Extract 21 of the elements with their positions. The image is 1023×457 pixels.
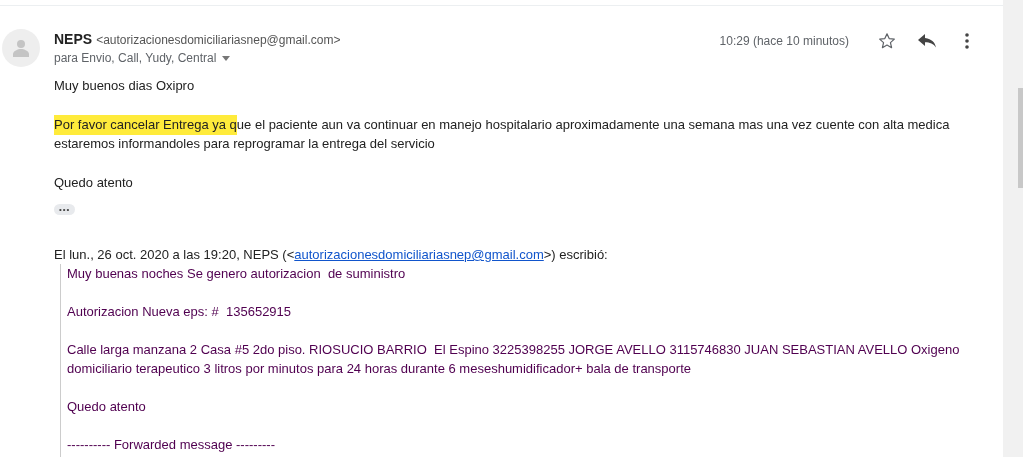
- closing-text: Quedo atento: [54, 174, 134, 192]
- greeting-text: Muy buenos dias Oxipro: [54, 77, 196, 95]
- message-paragraph: Por favor cancelar Entrega ya que el paciente aun va continuar en manejo hospitalario aproximadamente una semana mas una vez cuente con alta medica estaremos informandoles para reprogramar la entrega del servicio: [54, 115, 951, 153]
- avatar-icon: [2, 29, 40, 67]
- sender-address: <autorizacionesdomiciliariasnep@gmail.com>: [96, 33, 341, 47]
- more-options-icon: [965, 33, 969, 49]
- quoted-paragraph: ---------- Forwarded message ---------: [67, 436, 276, 454]
- quoted-paragraph: Quedo atento: [67, 398, 147, 416]
- sender-name: NEPS: [54, 31, 93, 47]
- quoted-paragraph: Calle larga manzana 2 Casa #5 2do piso. RIOSUCIO BARRIO El Espino 3225398255 JORGE AVELLO 3115746830 JUAN SEBASTIAN AVELLO Oxigeno domiciliario terapeutico 3 litros por minutos para 24 horas durante 6 meseshumidificador+ bala de transporte: [67, 341, 961, 378]
- quoted-paragraph: Muy buenas noches Se genero autorizacion de suministro: [67, 265, 407, 283]
- recipients-text: para Envio, Call, Yudy, Central: [54, 51, 217, 65]
- quoted-paragraph: Autorizacion Nueva eps: # 135652915: [67, 303, 293, 321]
- timestamp: 10:29 (hace 10 minutos): [719, 34, 849, 48]
- scrollbar-thumb[interactable]: [1018, 88, 1023, 188]
- reply-icon: [918, 34, 936, 48]
- show-trimmed-content-button[interactable]: •••: [54, 204, 76, 215]
- star-icon: [878, 32, 896, 50]
- email-link[interactable]: autorizacionesdomiciliariasnep@gmail.com: [294, 247, 544, 262]
- caret-icon[interactable]: [222, 55, 231, 61]
- quote-attribution: El lun., 26 oct. 2020 a las 19:20, NEPS (<autorizacionesdomiciliariasnep@gmail.com>) escribió:: [54, 246, 609, 264]
